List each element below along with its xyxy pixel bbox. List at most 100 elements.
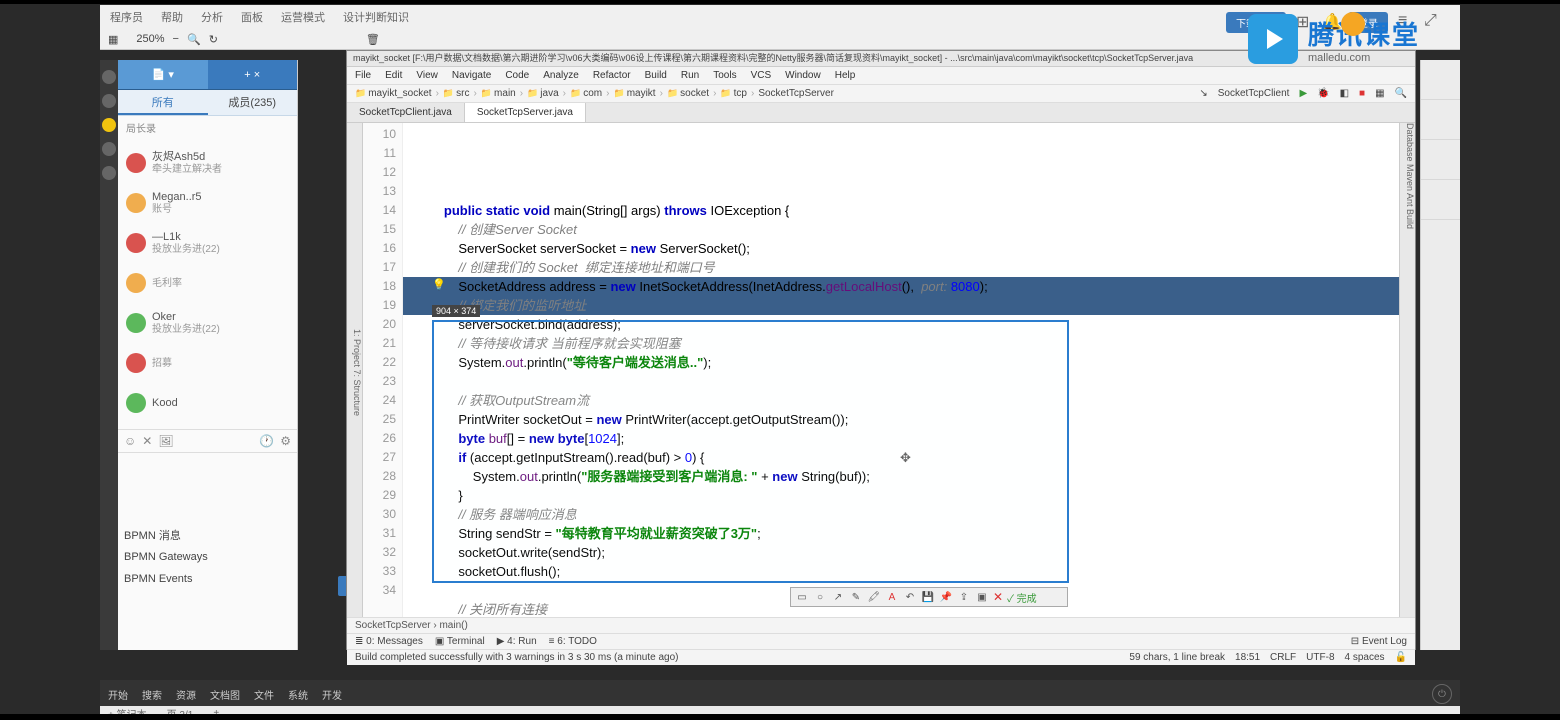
snip-circle-icon[interactable]: ○ bbox=[813, 590, 827, 604]
tool-window-button[interactable]: ▶ 4: Run bbox=[497, 636, 537, 647]
menu-item[interactable]: 帮助 bbox=[161, 9, 183, 25]
intention-bulb-icon[interactable]: 💡 bbox=[432, 278, 446, 291]
layout-icon[interactable]: ▦ bbox=[1375, 88, 1384, 99]
refresh-icon[interactable]: ↻ bbox=[209, 33, 218, 46]
ide-menu-item[interactable]: Navigate bbox=[452, 70, 491, 81]
taskbar-item[interactable]: 文件 bbox=[254, 687, 274, 702]
tool-window-button[interactable]: ≡ 6: TODO bbox=[549, 636, 597, 647]
snip-pin-icon[interactable]: 📌 bbox=[939, 590, 953, 604]
stop-icon[interactable]: ■ bbox=[1359, 88, 1365, 99]
ide-menu-item[interactable]: Edit bbox=[385, 70, 402, 81]
menu-item[interactable]: 运营模式 bbox=[281, 9, 325, 25]
chat-list-item[interactable]: Megan..r5账号 bbox=[118, 183, 297, 223]
tool-window-button[interactable]: ≣ 0: Messages bbox=[355, 636, 423, 647]
status-indent[interactable]: 4 spaces bbox=[1345, 652, 1385, 663]
editor-tab[interactable]: SocketTcpServer.java bbox=[465, 103, 586, 122]
ide-right-tool-strip[interactable]: Database Maven Ant Build bbox=[1399, 123, 1415, 617]
ide-menu-item[interactable]: Refactor bbox=[593, 70, 631, 81]
ide-menu-item[interactable]: VCS bbox=[751, 70, 772, 81]
status-lock-icon[interactable]: 🔓 bbox=[1395, 652, 1407, 663]
power-icon[interactable]: ⏻ bbox=[1432, 684, 1452, 704]
ide-menu-item[interactable]: File bbox=[355, 70, 371, 81]
history-icon[interactable]: 🕐 bbox=[259, 434, 274, 448]
expand-icon[interactable]: ⤢ bbox=[1424, 12, 1440, 28]
snip-copy-icon[interactable]: ▣ bbox=[975, 590, 989, 604]
snip-save-icon[interactable]: 💾 bbox=[921, 590, 935, 604]
nav-dot-icon[interactable] bbox=[102, 142, 116, 156]
chat-add-tab[interactable]: + × bbox=[208, 60, 298, 89]
snip-rect-icon[interactable]: ▭ bbox=[795, 590, 809, 604]
snip-share-icon[interactable]: ⇪ bbox=[957, 590, 971, 604]
snip-undo-icon[interactable]: ↶ bbox=[903, 590, 917, 604]
taskbar-item[interactable]: 开始 bbox=[108, 687, 128, 702]
search-icon[interactable]: 🔍 bbox=[1395, 88, 1407, 99]
breadcrumb-item[interactable]: main bbox=[481, 88, 516, 99]
chat-list-item[interactable]: Kood bbox=[118, 383, 297, 423]
ide-menu-item[interactable]: View bbox=[416, 70, 438, 81]
image-icon[interactable]: 🖼 bbox=[158, 434, 173, 448]
nav-dot-icon[interactable] bbox=[102, 94, 116, 108]
editor-code-area[interactable]: public static void main(String[] args) t… bbox=[403, 123, 1399, 617]
snip-pen-icon[interactable]: ✎ bbox=[849, 590, 863, 604]
coverage-icon[interactable]: ◧ bbox=[1340, 88, 1349, 99]
menu-item[interactable]: 程序员 bbox=[110, 9, 143, 25]
footer-link[interactable]: BPMN 消息 bbox=[124, 524, 291, 546]
tool-window-button[interactable]: ▣ Terminal bbox=[435, 636, 485, 647]
menu-item[interactable]: 面板 bbox=[241, 9, 263, 25]
settings-icon[interactable]: ⚙ bbox=[280, 434, 291, 448]
chat-list-item[interactable]: 招募 bbox=[118, 343, 297, 383]
nav-dot-icon[interactable] bbox=[102, 166, 116, 180]
run-icon[interactable]: ▶ bbox=[1299, 88, 1307, 99]
taskbar-item[interactable]: 搜索 bbox=[142, 687, 162, 702]
ide-menu-item[interactable]: Code bbox=[505, 70, 529, 81]
snip-confirm-button[interactable]: ✓ 完成 bbox=[1007, 590, 1037, 605]
nav-dot-icon[interactable] bbox=[102, 118, 116, 132]
delete-icon[interactable]: 🗑 bbox=[366, 33, 380, 46]
breadcrumb-item[interactable]: src bbox=[443, 88, 470, 99]
ide-menu-item[interactable]: Build bbox=[645, 70, 667, 81]
taskbar-item[interactable]: 资源 bbox=[176, 687, 196, 702]
ide-menu-item[interactable]: Run bbox=[681, 70, 699, 81]
ide-menu-item[interactable]: Window bbox=[785, 70, 821, 81]
chat-subtab-all[interactable]: 所有 bbox=[118, 90, 208, 115]
event-log-button[interactable]: ⊟ Event Log bbox=[1351, 636, 1407, 647]
chat-subtab-members[interactable]: 成员(235) bbox=[208, 90, 298, 115]
chat-list-item[interactable]: Oker投放业务进(22) bbox=[118, 303, 297, 343]
search-icon[interactable]: 🔍 bbox=[187, 33, 201, 46]
breadcrumb-item[interactable]: java bbox=[527, 88, 559, 99]
layout-icon[interactable]: ▦ bbox=[108, 33, 118, 46]
close-icon[interactable]: ✕ bbox=[142, 434, 152, 448]
ide-menu-item[interactable]: Help bbox=[835, 70, 856, 81]
taskbar-item[interactable]: 开发 bbox=[322, 687, 342, 702]
chat-list-item[interactable]: —L1k投放业务进(22) bbox=[118, 223, 297, 263]
chat-list-item[interactable]: 毛利率 bbox=[118, 263, 297, 303]
zoom-level[interactable]: 250% bbox=[136, 33, 164, 45]
snip-text-icon[interactable]: A bbox=[885, 590, 899, 604]
footer-link[interactable]: BPMN Gateways bbox=[124, 546, 291, 568]
debug-icon[interactable]: 🐞 bbox=[1317, 88, 1329, 99]
ide-menu-item[interactable]: Analyze bbox=[543, 70, 579, 81]
emoji-icon[interactable]: ☺ bbox=[124, 434, 136, 448]
breadcrumb-item[interactable]: SocketTcpServer bbox=[758, 88, 834, 99]
run-config[interactable]: SocketTcpClient bbox=[1218, 88, 1290, 99]
breadcrumb-item[interactable]: mayikt_socket bbox=[355, 88, 432, 99]
zoom-out-icon[interactable]: − bbox=[173, 33, 179, 45]
snip-marker-icon[interactable]: 🖍 bbox=[867, 590, 881, 604]
editor-tab[interactable]: SocketTcpClient.java bbox=[347, 103, 465, 122]
nav-dot-icon[interactable] bbox=[102, 70, 116, 84]
snip-cancel-icon[interactable]: ✕ bbox=[993, 590, 1003, 604]
ide-left-tool-strip[interactable]: 1: Project 7: Structure bbox=[347, 123, 363, 617]
back-icon[interactable]: ↘ bbox=[1199, 88, 1207, 99]
taskbar-item[interactable]: 系统 bbox=[288, 687, 308, 702]
taskbar-item[interactable]: 文档图 bbox=[210, 687, 240, 702]
menu-item[interactable]: 分析 bbox=[201, 9, 223, 25]
chat-window-tab[interactable]: 📄 ▾ bbox=[118, 60, 208, 89]
breadcrumb-item[interactable]: socket bbox=[667, 88, 709, 99]
breadcrumb-item[interactable]: tcp bbox=[720, 88, 747, 99]
chat-list-item[interactable]: 灰烬Ash5d牵头建立解决者 bbox=[118, 143, 297, 183]
status-line-sep[interactable]: CRLF bbox=[1270, 652, 1296, 663]
ide-menu-item[interactable]: Tools bbox=[713, 70, 736, 81]
status-encoding[interactable]: UTF-8 bbox=[1306, 652, 1334, 663]
breadcrumb-item[interactable]: com bbox=[570, 88, 602, 99]
snip-arrow-icon[interactable]: ↗ bbox=[831, 590, 845, 604]
